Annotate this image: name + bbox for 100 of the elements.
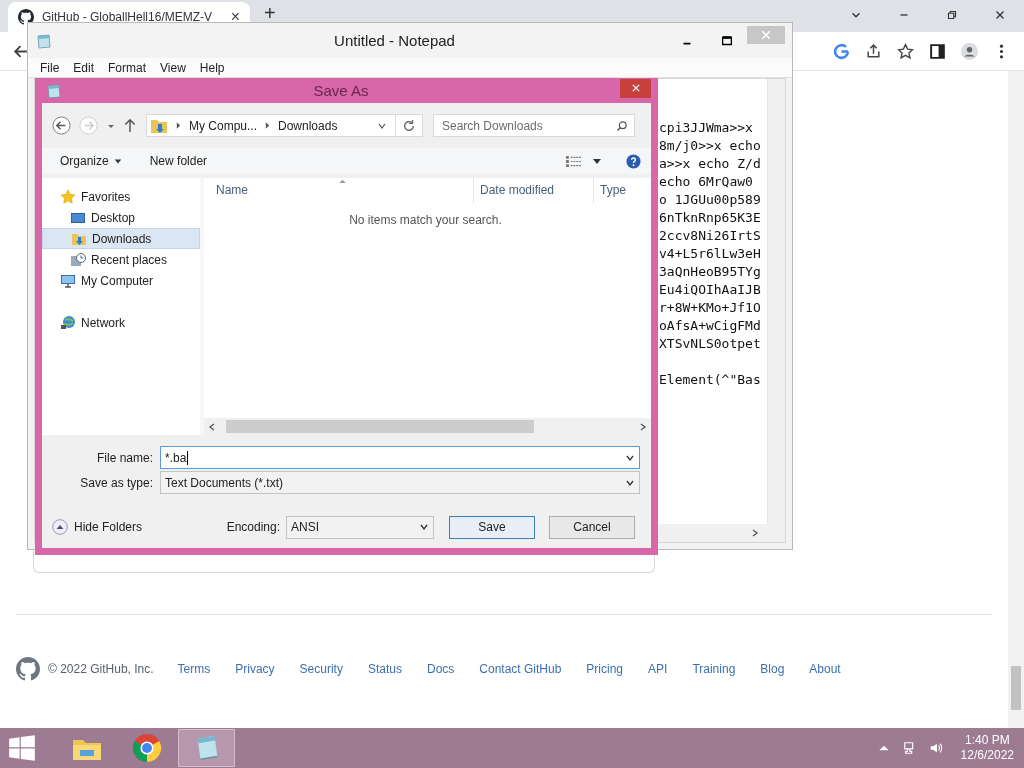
maximize-icon[interactable] <box>720 33 734 48</box>
network-icon <box>60 314 76 331</box>
text-line: 8m/j0>>x echo <box>659 137 762 155</box>
footer-link[interactable]: API <box>648 662 668 676</box>
scrollbar[interactable] <box>204 418 651 435</box>
scrollbar[interactable] <box>767 79 785 524</box>
chrome-icon <box>130 733 163 763</box>
search-field[interactable]: Search Downloads <box>433 114 635 137</box>
breadcrumb-item[interactable]: Downloads <box>278 118 338 133</box>
back-icon[interactable] <box>52 116 71 135</box>
footer-link[interactable]: Privacy <box>235 662 275 676</box>
file-name-field[interactable]: *.ba <box>160 446 640 469</box>
dropdown-icon <box>419 522 429 532</box>
close-icon <box>760 28 772 41</box>
footer-link[interactable]: Security <box>299 662 343 676</box>
scroll-right-icon[interactable] <box>751 529 759 537</box>
scrollbar[interactable] <box>1008 71 1024 728</box>
clock-date: 12/6/2022 <box>960 748 1014 763</box>
dropdown-icon <box>113 157 122 165</box>
notepad-icon <box>46 82 62 99</box>
new-tab-button[interactable]: + <box>264 6 276 21</box>
menu-item[interactable]: Help <box>199 60 225 75</box>
computer-icon <box>60 272 76 289</box>
star-icon[interactable] <box>897 42 914 60</box>
organize-button[interactable]: Organize <box>60 154 122 168</box>
text-line: 3aQnHeoB95TYg <box>659 263 762 281</box>
copyright-text: © 2022 GitHub, Inc. <box>48 662 154 676</box>
github-icon[interactable] <box>16 657 40 681</box>
column-header[interactable]: Date modified <box>474 178 594 203</box>
footer-link[interactable]: Docs <box>426 662 455 676</box>
notepad-icon <box>36 32 52 49</box>
text-line: 6nTknRnp65K3E <box>659 209 762 227</box>
footer-link[interactable]: About <box>809 662 841 676</box>
tab-close-button[interactable]: × <box>230 8 240 26</box>
text-line: v4+L5r6lLw3eH <box>659 245 762 263</box>
footer-link[interactable]: Blog <box>760 662 785 676</box>
text-line: Element(^"Bas <box>659 371 762 389</box>
scroll-right-icon[interactable] <box>639 422 647 431</box>
footer-link[interactable]: Pricing <box>586 662 624 676</box>
new-folder-button[interactable]: New folder <box>149 154 208 168</box>
field-label: Save as type: <box>79 475 154 490</box>
scrollbar-thumb[interactable] <box>226 420 534 433</box>
text-line: Eu4iQOIhAaIJB <box>659 281 762 299</box>
nav-item[interactable]: Recent places <box>42 249 200 270</box>
footer-link[interactable]: Contact GitHub <box>479 662 562 676</box>
menu-item[interactable]: File <box>40 60 60 75</box>
recent-places-icon <box>70 251 86 268</box>
empty-message: No items match your search. <box>348 213 503 229</box>
window-title: Untitled - Notepad <box>333 32 456 49</box>
scroll-left-icon[interactable] <box>208 422 216 431</box>
up-arrow-icon[interactable] <box>124 118 136 133</box>
column-header[interactable]: Type <box>594 178 651 203</box>
dialog-title: Save As <box>312 82 370 99</box>
menu-item[interactable]: Format <box>108 60 147 75</box>
chevron-right-icon <box>265 122 270 129</box>
clock[interactable]: 1:40 PM 12/6/2022 <box>960 733 1014 763</box>
breadcrumb-item[interactable]: My Compu... <box>189 118 257 133</box>
text-line: a>>x echo Z/d <box>659 155 762 173</box>
footer-link[interactable]: Terms <box>177 662 211 676</box>
nav-item[interactable]: Downloads <box>42 228 200 249</box>
text-line: echo 6MrQaw0 <box>659 173 754 191</box>
field-label: Encoding: <box>226 520 280 534</box>
github-icon <box>18 9 34 25</box>
text-line: oAfsA+wCigFMd <box>659 317 762 335</box>
sidebar-icon[interactable] <box>929 42 946 60</box>
star-icon <box>60 188 76 205</box>
help-icon[interactable] <box>626 153 641 169</box>
restore-icon[interactable] <box>945 8 959 22</box>
view-options-icon[interactable] <box>565 154 582 168</box>
nav-item[interactable]: My Computer <box>42 270 200 291</box>
dialog-button[interactable]: Cancel <box>549 515 635 539</box>
chevron-right-icon <box>176 122 181 129</box>
footer-link[interactable]: Status <box>367 662 402 676</box>
collapse-icon <box>52 519 68 535</box>
windows-start-icon[interactable] <box>8 734 36 762</box>
profile-icon[interactable] <box>961 42 978 60</box>
text-line: XTSvNLS0otpet <box>659 335 762 353</box>
close-icon <box>630 83 641 93</box>
share-icon[interactable] <box>865 42 882 60</box>
footer-link[interactable]: Training <box>692 662 736 676</box>
dialog-button[interactable]: Save <box>449 515 535 539</box>
volume-icon[interactable] <box>928 741 943 755</box>
menu-item[interactable]: Edit <box>73 60 95 75</box>
text-line: r+8W+KMo+Jf1O <box>659 299 762 317</box>
text-line: 2ccv8Ni26IrtS <box>659 227 762 245</box>
address-bar[interactable]: My Compu... Downloads <box>146 114 423 137</box>
tab-title: GitHub - GloballHell16/MEMZ-V <box>42 10 214 24</box>
hide-folders-button[interactable]: Hide Folders <box>52 519 143 535</box>
google-icon[interactable] <box>833 42 850 60</box>
nav-item[interactable]: Favorites <box>42 186 200 207</box>
refresh-icon[interactable] <box>402 118 416 133</box>
menu-item[interactable]: View <box>160 60 186 75</box>
text-line: cpi3JJWma>>x <box>659 119 754 137</box>
encoding-dropdown[interactable]: ANSI <box>286 515 434 539</box>
dropdown-icon[interactable] <box>592 156 602 166</box>
nav-item[interactable]: Network <box>42 312 200 333</box>
search-icon <box>616 119 628 132</box>
clock-time: 1:40 PM <box>964 733 1010 748</box>
file-type-dropdown[interactable]: Text Documents (*.txt) <box>160 471 640 494</box>
nav-item[interactable]: Desktop <box>42 207 200 228</box>
